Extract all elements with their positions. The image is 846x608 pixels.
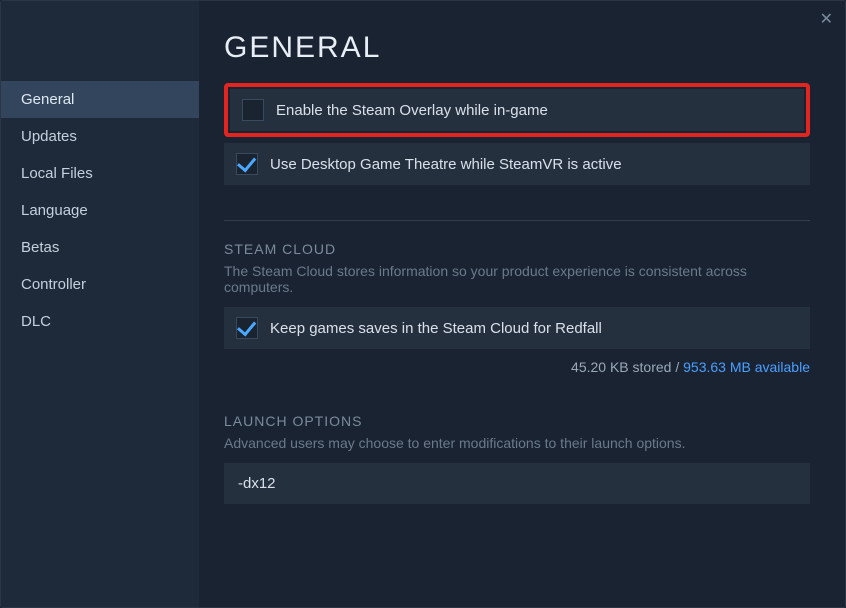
option-cloud[interactable]: Keep games saves in the Steam Cloud for … [224, 307, 810, 349]
launch-desc: Advanced users may choose to enter modif… [224, 435, 810, 451]
option-theatre[interactable]: Use Desktop Game Theatre while SteamVR i… [224, 143, 810, 185]
sidebar-item-language[interactable]: Language [1, 192, 199, 229]
option-cloud-label: Keep games saves in the Steam Cloud for … [270, 320, 602, 337]
page-title: GENERAL [224, 31, 810, 65]
layout: General Updates Local Files Language Bet… [1, 1, 845, 607]
sidebar: General Updates Local Files Language Bet… [1, 1, 199, 607]
option-overlay-label: Enable the Steam Overlay while in-game [276, 102, 548, 119]
option-theatre-label: Use Desktop Game Theatre while SteamVR i… [270, 156, 622, 173]
highlight-box: Enable the Steam Overlay while in-game [224, 83, 810, 137]
launch-options-input[interactable] [224, 463, 810, 504]
storage-available-link[interactable]: 953.63 MB available [683, 359, 810, 375]
checkbox-theatre[interactable] [236, 153, 258, 175]
properties-window: ✕ General Updates Local Files Language B… [0, 0, 846, 608]
sidebar-item-general[interactable]: General [1, 81, 199, 118]
launch-section: LAUNCH OPTIONS Advanced users may choose… [224, 413, 810, 504]
sidebar-item-updates[interactable]: Updates [1, 118, 199, 155]
checkbox-overlay[interactable] [242, 99, 264, 121]
separator [224, 220, 810, 221]
cloud-title: STEAM CLOUD [224, 241, 810, 257]
storage-stored: 45.20 KB stored / [571, 359, 683, 375]
option-overlay[interactable]: Enable the Steam Overlay while in-game [230, 89, 804, 131]
sidebar-item-local-files[interactable]: Local Files [1, 155, 199, 192]
sidebar-item-dlc[interactable]: DLC [1, 303, 199, 340]
sidebar-item-betas[interactable]: Betas [1, 229, 199, 266]
launch-title: LAUNCH OPTIONS [224, 413, 810, 429]
cloud-desc: The Steam Cloud stores information so yo… [224, 263, 810, 295]
sidebar-item-controller[interactable]: Controller [1, 266, 199, 303]
close-icon[interactable]: ✕ [820, 9, 833, 29]
content-panel: GENERAL Enable the Steam Overlay while i… [199, 1, 845, 607]
storage-info: 45.20 KB stored / 953.63 MB available [224, 359, 810, 375]
checkbox-cloud[interactable] [236, 317, 258, 339]
